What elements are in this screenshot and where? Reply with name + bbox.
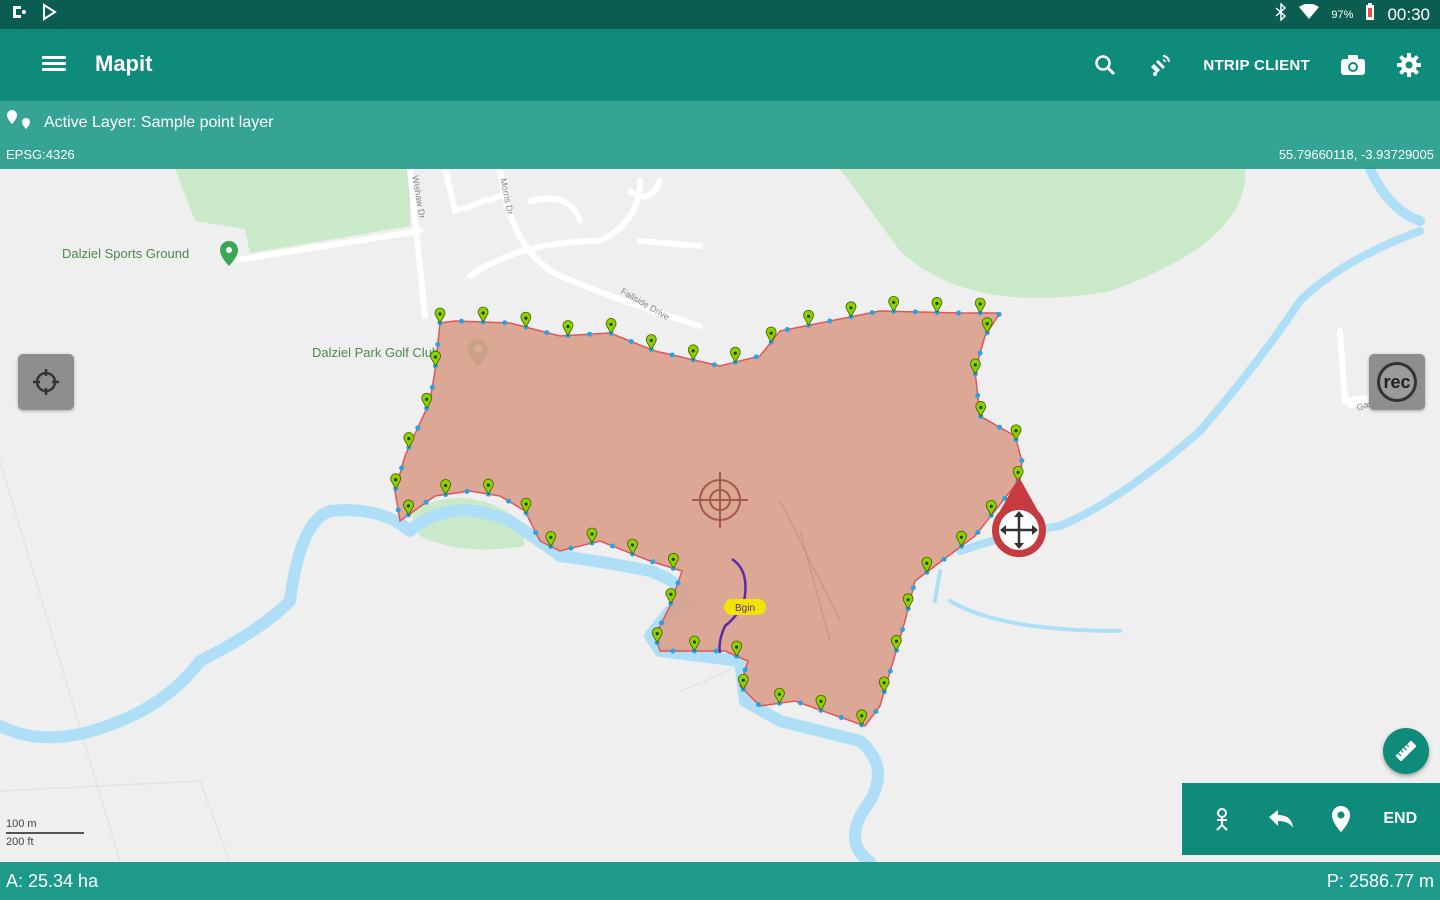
battery-percent: 97% (1331, 8, 1354, 21)
polygon-vertex[interactable] (713, 648, 719, 654)
polygon-vertex[interactable] (975, 529, 981, 535)
polygon-vertex[interactable] (711, 362, 717, 368)
map-label-sports-ground: Dalziel Sports Ground (62, 246, 189, 261)
polygon-vertex[interactable] (464, 488, 470, 494)
search-icon (1095, 55, 1116, 76)
layer-pin-icon (6, 109, 34, 136)
measurement-bar: A: 25.34 ha P: 2586.77 m (0, 862, 1440, 900)
polygon-vertex[interactable] (609, 543, 615, 549)
wifi-icon (1299, 3, 1320, 25)
map-label-golf-club: Dalziel Park Golf Club (312, 345, 439, 360)
camera-icon (1341, 55, 1365, 75)
polygon-vertex[interactable] (395, 507, 401, 513)
map-svg[interactable]: Dalziel Sports Ground Dalziel Park Golf … (0, 101, 1440, 862)
polygon-vertex[interactable] (784, 327, 790, 332)
add-gnss-point-button[interactable] (1202, 799, 1242, 839)
polygon-vertex[interactable] (1019, 458, 1025, 464)
battery-icon (1365, 3, 1375, 26)
polygon-vertex[interactable] (798, 700, 804, 706)
polygon-vertex[interactable] (506, 498, 511, 504)
polygon-vertex[interactable] (459, 318, 464, 324)
polygon-vertex[interactable] (669, 352, 675, 358)
layer-info-bar: Active Layer: Sample point layer EPSG:43… (0, 101, 1440, 169)
gnss-button[interactable] (1147, 52, 1173, 78)
polygon-vertex[interactable] (533, 530, 539, 535)
polygon-vertex[interactable] (975, 392, 981, 398)
polygon-vertex[interactable] (659, 620, 665, 626)
app-title: Mapit (95, 51, 153, 76)
search-button[interactable] (1093, 53, 1117, 77)
polygon-vertex[interactable] (941, 556, 947, 562)
polygon-vertex[interactable] (873, 709, 879, 714)
scale-metric: 100 m (6, 818, 37, 830)
polygon-vertex[interactable] (756, 702, 762, 708)
polygon-vertex[interactable] (587, 331, 593, 337)
polygon-vertex[interactable] (900, 627, 905, 633)
polygon-vertex[interactable] (869, 310, 875, 316)
polygon-vertex[interactable] (887, 668, 893, 674)
notification-icon (10, 3, 28, 26)
polygon-vertex[interactable] (429, 384, 435, 390)
polygon-vertex[interactable] (827, 318, 833, 324)
polygon-vertex[interactable] (502, 320, 508, 326)
polygon-vertex[interactable] (670, 648, 676, 654)
camera-button[interactable] (1340, 54, 1366, 76)
cursor-coordinates: 55.79660118, -3.93729005 (1278, 147, 1434, 162)
scale-imperial: 200 ft (6, 836, 34, 848)
play-store-icon (40, 3, 58, 26)
satellite-icon (1151, 55, 1171, 76)
app-bar: Mapit NTRIP CLIENT (0, 29, 1440, 101)
polygon-vertex[interactable] (415, 425, 421, 431)
undo-icon (1269, 810, 1294, 828)
scale-line (6, 832, 84, 834)
polygon-vertex[interactable] (956, 310, 962, 316)
polygon-vertex[interactable] (675, 580, 681, 586)
polygon-vertex[interactable] (399, 465, 405, 471)
scale-bar: 100 m 200 ft (6, 818, 84, 848)
polygon-vertex[interactable] (912, 309, 918, 315)
polygon-vertex[interactable] (996, 312, 1002, 317)
walking-pin-icon (1216, 808, 1228, 831)
clock: 00:30 (1387, 4, 1430, 24)
polygon-vertex[interactable] (997, 424, 1003, 430)
undo-button[interactable] (1261, 799, 1301, 839)
crosshair-gps-icon (33, 369, 59, 395)
edit-toolbar: END (1182, 783, 1440, 855)
my-location-button[interactable] (18, 354, 74, 410)
map-canvas[interactable]: Dalziel Sports Ground Dalziel Park Golf … (0, 101, 1440, 862)
ruler-icon (1395, 740, 1417, 762)
add-point-button[interactable] (1321, 799, 1361, 839)
location-pin-icon (1331, 806, 1350, 832)
polygon-vertex[interactable] (650, 559, 656, 565)
app-screen: 97% 00:30 Mapit NTRIP CLIENT Dalziel Spo… (0, 0, 1440, 900)
area-readout: A: 25.34 ha (6, 871, 99, 891)
polygon-vertex[interactable] (838, 715, 844, 720)
polygon-vertex[interactable] (568, 545, 574, 551)
polygon-vertex[interactable] (910, 585, 916, 591)
epsg-code: EPSG:4326 (6, 147, 75, 162)
gear-icon (1397, 53, 1421, 77)
polygon-vertex[interactable] (977, 350, 983, 356)
polygon-vertex[interactable] (423, 499, 429, 505)
polygon-vertex[interactable] (628, 339, 634, 344)
track-label: Bgin (735, 603, 755, 614)
polygon-vertex[interactable] (435, 342, 441, 347)
status-bar: 97% 00:30 (0, 0, 1440, 29)
polygon-vertex[interactable] (753, 354, 759, 360)
measure-button[interactable] (1383, 728, 1429, 774)
end-button[interactable]: END (1380, 799, 1420, 839)
settings-button[interactable] (1396, 52, 1422, 78)
perimeter-readout: P: 2586.77 m (1326, 871, 1434, 891)
record-button[interactable]: rec (1369, 354, 1425, 410)
menu-icon[interactable] (40, 53, 68, 77)
rec-icon: rec (1377, 362, 1417, 402)
bluetooth-icon (1275, 2, 1287, 26)
active-layer-label[interactable]: Active Layer: Sample point layer (44, 114, 273, 132)
ntrip-client-button[interactable]: NTRIP CLIENT (1203, 57, 1310, 74)
polygon-vertex[interactable] (742, 667, 748, 673)
polygon-vertex[interactable] (544, 330, 550, 336)
